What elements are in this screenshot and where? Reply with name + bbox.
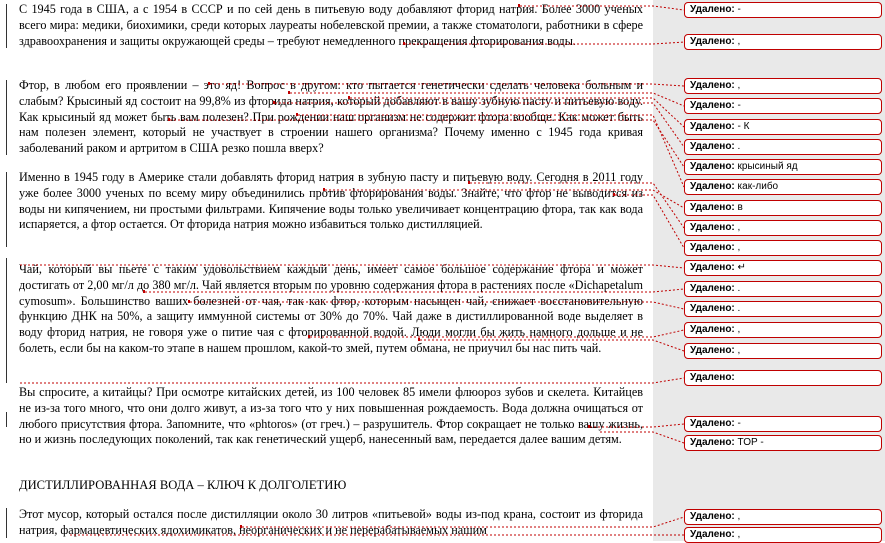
comment-label: Удалено:: [690, 36, 735, 47]
comment-balloon[interactable]: Удалено: .: [684, 301, 882, 317]
comment-value: ,: [737, 80, 741, 91]
comment-value: крысиный яд: [737, 161, 798, 172]
comment-label: Удалено:: [690, 324, 735, 335]
comment-balloon[interactable]: Удалено: .: [684, 139, 882, 155]
comment-value: ,: [737, 324, 741, 335]
change-bar: [6, 508, 7, 538]
comment-label: Удалено:: [690, 529, 735, 540]
comment-label: Удалено:: [690, 303, 735, 314]
comment-value: -: [737, 4, 741, 15]
paragraph-5[interactable]: Вы спросите, а китайцы? При осмотре кита…: [19, 385, 643, 448]
comment-balloon[interactable]: Удалено: -: [684, 416, 882, 432]
comment-value: .: [737, 141, 741, 152]
comment-label: Удалено:: [690, 345, 735, 356]
comment-value: -: [737, 418, 741, 429]
comment-balloon[interactable]: Удалено: ,: [684, 240, 882, 256]
comment-balloon[interactable]: Удалено: ,: [684, 220, 882, 236]
comment-value: как-либо: [737, 181, 779, 192]
comment-value: ,: [737, 345, 741, 356]
comment-balloon[interactable]: Удалено: как-либо: [684, 179, 882, 195]
comment-balloon[interactable]: Удалено: ↵: [684, 260, 882, 276]
comment-balloon[interactable]: Удалено: ,: [684, 509, 882, 525]
comment-label: Удалено:: [690, 181, 735, 192]
comment-balloon[interactable]: Удалено: .: [684, 281, 882, 297]
comment-value: ,: [737, 529, 741, 540]
paragraph-3[interactable]: Именно в 1945 году в Америке стали добав…: [19, 170, 643, 233]
paragraph-2[interactable]: Фтор, в любом его проявлении – это яд! В…: [19, 78, 643, 157]
paragraph-6[interactable]: Этот мусор, который остался после дистил…: [19, 507, 643, 539]
comment-value: ↵: [737, 262, 746, 273]
comment-value: ТОР -: [737, 437, 764, 448]
section-heading[interactable]: ДИСТИЛЛИРОВАННАЯ ВОДА – КЛЮЧ К ДОЛГОЛЕТИ…: [19, 477, 346, 493]
comment-value: в: [737, 202, 743, 213]
comment-value: ,: [737, 242, 741, 253]
comment-label: Удалено:: [690, 418, 735, 429]
comment-balloon[interactable]: Удалено:: [684, 370, 882, 386]
comment-label: Удалено:: [690, 242, 735, 253]
comment-label: Удалено:: [690, 437, 735, 448]
comment-label: Удалено:: [690, 283, 735, 294]
comment-value: .: [737, 303, 741, 314]
comment-label: Удалено:: [690, 161, 735, 172]
comment-label: Удалено:: [690, 100, 735, 111]
comment-label: Удалено:: [690, 202, 735, 213]
comment-label: Удалено:: [690, 121, 735, 132]
comment-value: ,: [737, 511, 741, 522]
comment-balloon[interactable]: Удалено: крысиный яд: [684, 159, 882, 175]
comment-value: .: [737, 283, 741, 294]
comment-label: Удалено:: [690, 262, 735, 273]
comment-balloon[interactable]: Удалено: -: [684, 98, 882, 114]
comment-value: ,: [737, 36, 741, 47]
comment-value: - К: [737, 121, 750, 132]
document-page[interactable]: С 1945 года в США, а с 1954 в СССР и по …: [0, 0, 653, 541]
comment-balloon[interactable]: Удалено: -: [684, 2, 882, 18]
change-bar: [6, 258, 7, 383]
comment-label: Удалено:: [690, 80, 735, 91]
comment-label: Удалено:: [690, 141, 735, 152]
comment-label: Удалено:: [690, 222, 735, 233]
change-bar: [6, 4, 7, 48]
comment-balloon[interactable]: Удалено: ,: [684, 34, 882, 50]
comment-balloon[interactable]: Удалено: ,: [684, 78, 882, 94]
comment-balloon[interactable]: Удалено: в: [684, 200, 882, 216]
comment-value: ,: [737, 222, 741, 233]
change-bar: [6, 172, 7, 247]
comment-label: Удалено:: [690, 4, 735, 15]
paragraph-1[interactable]: С 1945 года в США, а с 1954 в СССР и по …: [19, 2, 643, 49]
comment-value: -: [737, 100, 741, 111]
paragraph-4[interactable]: Чай, который вы пьете с таким удовольств…: [19, 262, 643, 357]
comment-label: Удалено:: [690, 372, 735, 383]
comment-balloon[interactable]: Удалено: ,: [684, 343, 882, 359]
change-bar: [6, 80, 7, 155]
comment-balloon[interactable]: Удалено: ,: [684, 322, 882, 338]
comment-balloon[interactable]: Удалено: ТОР -: [684, 435, 882, 451]
change-bar: [6, 412, 7, 427]
comment-label: Удалено:: [690, 511, 735, 522]
comment-balloon[interactable]: Удалено: - К: [684, 119, 882, 135]
